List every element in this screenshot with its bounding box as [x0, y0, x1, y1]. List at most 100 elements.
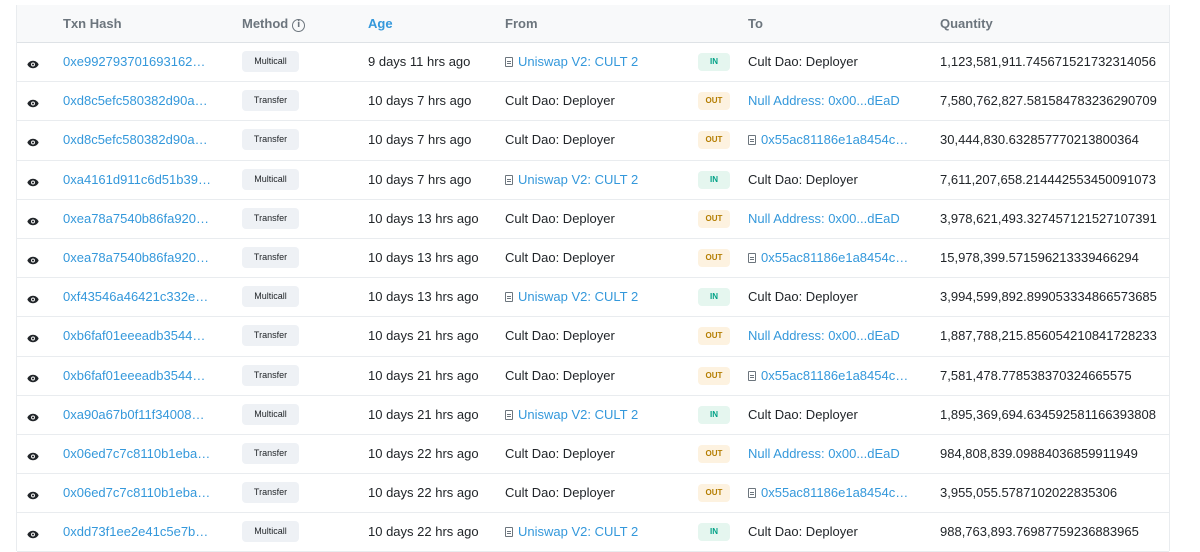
header-to: To — [748, 16, 763, 31]
quantity-cell: 3,994,599,892.899053334866573685 — [940, 289, 1157, 305]
eye-icon[interactable] — [27, 331, 39, 343]
direction-badge: OUT — [698, 366, 730, 385]
to-address[interactable]: 0x55ac81186e1a8454c7... — [748, 485, 913, 500]
table-header: Txn Hash Method i Age From To Quantity — [17, 5, 1169, 43]
method-badge: Transfer — [242, 325, 299, 347]
method-badge: Transfer — [242, 246, 299, 268]
table-row: 0xea78a7540b86fa9209... Transfer 10 days 1… — [17, 200, 1169, 239]
from-address[interactable]: Uniswap V2: CULT 2 — [505, 172, 638, 187]
method-badge: Transfer — [242, 90, 299, 112]
quantity-cell: 7,581,478.778538370324665575 — [940, 367, 1132, 383]
age-cell: 10 days 22 hrs ago — [368, 445, 479, 461]
direction-badge: IN — [698, 288, 730, 307]
eye-icon[interactable] — [27, 96, 39, 108]
txn-hash-link[interactable]: 0xb6faf01eeeadb354438... — [63, 368, 211, 383]
txn-hash-link[interactable]: 0xe9927937016931623b... — [63, 54, 211, 69]
to-address-label: Cult Dao: Deployer — [748, 54, 858, 69]
to-address: Cult Dao: Deployer — [748, 289, 913, 304]
to-address-label: 0x55ac81186e1a8454c7... — [761, 132, 913, 148]
age-cell: 10 days 13 hrs ago — [368, 289, 479, 305]
txn-hash-link[interactable]: 0xb6faf01eeeadb354438... — [63, 328, 211, 343]
eye-icon[interactable] — [27, 253, 39, 265]
txn-hash-link[interactable]: 0xd8c5efc580382d90a0... — [63, 93, 211, 108]
to-address-label: 0x55ac81186e1a8454c7... — [761, 367, 913, 383]
txn-hash-link[interactable]: 0x06ed7c7c8110b1eba2f... — [63, 485, 211, 500]
to-address[interactable]: Null Address: 0x00...dEaD — [748, 328, 913, 343]
age-cell: 10 days 13 hrs ago — [368, 249, 479, 265]
to-address[interactable]: 0x55ac81186e1a8454c7... — [748, 250, 913, 265]
quantity-cell: 30,444,830.632857770213800364 — [940, 132, 1139, 148]
document-icon — [505, 57, 513, 67]
to-address[interactable]: Null Address: 0x00...dEaD — [748, 211, 913, 226]
quantity-cell: 15,978,399.571596213339466294 — [940, 249, 1139, 265]
from-address-label: Cult Dao: Deployer — [505, 367, 615, 383]
from-address-label: Cult Dao: Deployer — [505, 485, 615, 501]
method-badge: Transfer — [242, 364, 299, 386]
txn-hash-link[interactable]: 0xa4161d911c6d51b39c... — [63, 172, 211, 187]
eye-icon[interactable] — [27, 449, 39, 461]
method-badge: Transfer — [242, 207, 299, 229]
from-address[interactable]: Uniswap V2: CULT 2 — [505, 407, 638, 422]
eye-icon[interactable] — [27, 175, 39, 186]
header-method-label: Method — [242, 16, 289, 31]
age-cell: 10 days 22 hrs ago — [368, 485, 479, 501]
info-circle-icon[interactable]: i — [292, 19, 306, 32]
age-cell: 10 days 21 hrs ago — [368, 406, 479, 422]
txn-hash-link[interactable]: 0xea78a7540b86fa9209... — [63, 211, 211, 226]
quantity-cell: 988,763,893.76987759236883965 — [940, 524, 1139, 540]
from-address-label: Cult Dao: Deployer — [505, 132, 615, 148]
to-address-label: Null Address: 0x00...dEaD — [748, 328, 900, 344]
from-address: Cult Dao: Deployer — [505, 93, 615, 108]
eye-icon[interactable] — [27, 371, 39, 382]
to-address[interactable]: Null Address: 0x00...dEaD — [748, 93, 913, 108]
to-address[interactable]: 0x55ac81186e1a8454c7... — [748, 132, 913, 147]
txn-hash-link[interactable]: 0xf43546a46421c332e3... — [63, 289, 211, 304]
from-address[interactable]: Uniswap V2: CULT 2 — [505, 289, 638, 304]
from-address-label: Uniswap V2: CULT 2 — [518, 171, 639, 187]
direction-badge: OUT — [698, 327, 730, 346]
table-row: 0x06ed7c7c8110b1eba2f... Transfer 10 days … — [17, 474, 1169, 514]
eye-icon[interactable] — [27, 410, 39, 421]
eye-icon[interactable] — [27, 135, 39, 147]
quantity-cell: 7,611,207,658.214442553450091073 — [940, 171, 1156, 187]
to-address: Cult Dao: Deployer — [748, 172, 913, 187]
from-address-label: Cult Dao: Deployer — [505, 249, 615, 265]
document-icon — [748, 252, 756, 263]
to-address: Cult Dao: Deployer — [748, 54, 913, 69]
txn-hash-link[interactable]: 0xea78a7540b86fa9209... — [63, 250, 211, 265]
from-address[interactable]: Uniswap V2: CULT 2 — [505, 54, 638, 69]
table-row: 0x06ed7c7c8110b1eba2f... Transfer 10 days … — [17, 435, 1169, 475]
from-address: Cult Dao: Deployer — [505, 368, 615, 383]
to-address-label: Cult Dao: Deployer — [748, 289, 858, 305]
eye-icon[interactable] — [27, 527, 39, 539]
age-cell: 9 days 11 hrs ago — [368, 54, 471, 69]
txn-hash-link[interactable]: 0x06ed7c7c8110b1eba2f... — [63, 446, 211, 461]
eye-icon[interactable] — [27, 292, 39, 304]
document-icon — [505, 527, 513, 538]
method-badge: Multicall — [242, 168, 299, 190]
document-icon — [505, 174, 513, 185]
table-row: 0xe9927937016931623b... Multicall 9 days 1… — [17, 43, 1169, 83]
from-address-label: Uniswap V2: CULT 2 — [518, 406, 639, 422]
quantity-cell: 3,978,621,493.327457121527107391 — [940, 210, 1157, 226]
transactions-table: Txn Hash Method i Age From To Quantity 0x… — [16, 5, 1170, 552]
method-badge: Multicall — [242, 403, 299, 425]
direction-badge: OUT — [698, 209, 730, 228]
to-address[interactable]: 0x55ac81186e1a8454c7... — [748, 368, 913, 383]
direction-badge: OUT — [698, 92, 730, 111]
table-row: 0xa4161d911c6d51b39c... Multicall 10 days … — [17, 161, 1169, 200]
txn-hash-link[interactable]: 0xa90a67b0f11f340087b... — [63, 407, 211, 422]
txn-hash-link[interactable]: 0xdd73f1ee2e41c5e7b0... — [63, 524, 211, 539]
txn-hash-link[interactable]: 0xd8c5efc580382d90a0... — [63, 132, 211, 147]
age-cell: 10 days 7 hrs ago — [368, 132, 472, 148]
age-cell: 10 days 7 hrs ago — [368, 93, 472, 109]
eye-icon[interactable] — [27, 488, 39, 500]
from-address[interactable]: Uniswap V2: CULT 2 — [505, 524, 638, 539]
eye-icon[interactable] — [27, 214, 39, 225]
to-address[interactable]: Null Address: 0x00...dEaD — [748, 446, 913, 461]
quantity-cell: 7,580,762,827.581584783236290709 — [940, 93, 1157, 109]
from-address: Cult Dao: Deployer — [505, 485, 615, 500]
eye-icon[interactable] — [27, 57, 39, 69]
header-method: Method i — [242, 16, 306, 32]
header-age[interactable]: Age — [368, 16, 393, 31]
